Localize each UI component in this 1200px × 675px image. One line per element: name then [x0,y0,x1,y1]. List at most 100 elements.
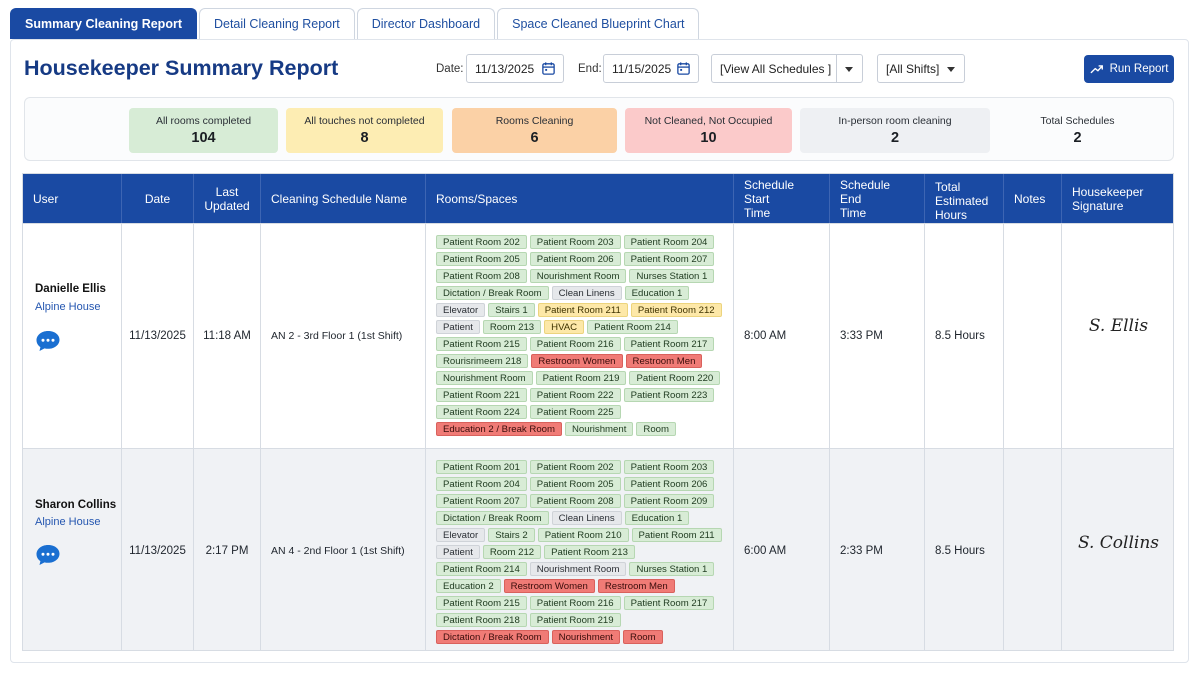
room-tag[interactable]: Patient Room 219 [535,371,627,385]
room-tag[interactable]: Patient Room 214 [436,562,527,576]
room-tag[interactable]: Elevator [436,528,486,542]
stat-all-rooms-completed[interactable]: All rooms completed 104 [129,108,278,153]
chat-bubble-icon[interactable] [35,543,61,567]
room-tag[interactable]: Patient Room 204 [623,235,715,249]
room-tag[interactable]: Patient Room 205 [436,252,527,266]
room-tag[interactable]: Room 212 [482,545,542,559]
room-tag[interactable]: Patient Room 221 [436,388,527,402]
shift-select[interactable]: [All Shifts] [877,54,965,83]
room-tag[interactable]: Nurses Station 1 [629,269,715,283]
room-tag[interactable]: Patient Room 202 [436,235,527,249]
run-report-button[interactable]: Run Report [1084,55,1174,83]
room-tag[interactable]: HVAC [544,320,585,334]
calendar-icon[interactable] [541,61,556,76]
start-date-field[interactable]: 11/13/2025 [466,54,564,83]
room-tag[interactable]: Patient Room 216 [529,596,621,610]
room-tag[interactable]: Patient Room 206 [623,477,715,491]
room-tag[interactable]: Patient Room 223 [623,388,715,402]
signature: S. Ellis [1088,316,1149,336]
chat-bubble-icon[interactable] [35,329,61,353]
room-tag[interactable]: Clean Linens [551,511,622,525]
room-tag[interactable]: Patient Room 211 [537,303,628,317]
tab-space-cleaned-blueprint-chart[interactable]: Space Cleaned Blueprint Chart [497,8,700,39]
shift-select-value: [All Shifts] [886,61,940,76]
room-tag[interactable]: Patient Room 205 [529,477,621,491]
room-tag[interactable]: Patient Room 207 [436,494,527,508]
user-location[interactable]: Alpine House [35,516,100,528]
calendar-icon[interactable] [676,61,691,76]
room-tag[interactable]: Nourishment Room [529,562,627,576]
room-tag[interactable]: Patient Room 208 [436,269,527,283]
room-tag[interactable]: Patient Room 222 [529,388,621,402]
report-tabs: Summary Cleaning Report Detail Cleaning … [10,8,700,46]
table-row[interactable]: Sharon Collins Alpine House 11/13/2025 2… [23,448,1173,650]
tab-summary-cleaning-report[interactable]: Summary Cleaning Report [10,8,197,46]
room-tag[interactable]: Patient Room 214 [587,320,678,334]
run-report-label: Run Report [1109,63,1169,75]
stat-touches-not-completed[interactable]: All touches not completed 8 [286,108,443,153]
room-tag[interactable]: Dictation / Break Room [436,630,549,644]
room-tag[interactable]: Nourishment Room [529,269,627,283]
room-tag[interactable]: Patient Room 204 [436,477,527,491]
room-tag[interactable]: Patient Room 206 [529,252,621,266]
room-tag[interactable]: Patient Room 216 [529,337,621,351]
room-tag[interactable]: Rourisrimeem 218 [436,354,529,368]
room-tag[interactable]: Restroom Men [625,354,703,368]
room-tag[interactable]: Education 2 [436,579,501,593]
room-tag[interactable]: Stairs 2 [488,528,535,542]
tab-detail-cleaning-report[interactable]: Detail Cleaning Report [198,8,355,39]
stat-rooms-cleaning[interactable]: Rooms Cleaning 6 [452,108,617,153]
room-tag[interactable]: Patient Room 217 [623,337,715,351]
stat-value: 10 [700,130,717,146]
room-tag[interactable]: Restroom Women [503,579,595,593]
table-row[interactable]: Danielle Ellis Alpine House 11/13/2025 1… [23,223,1173,448]
room-tag[interactable]: Nourishment [551,630,621,644]
room-tag[interactable]: Patient Room 201 [436,460,527,474]
tab-director-dashboard[interactable]: Director Dashboard [356,8,496,39]
room-tag[interactable]: Patient Room 203 [623,460,715,474]
room-tag[interactable]: Nourishment [565,422,634,436]
room-tag[interactable]: Room [636,422,676,436]
room-tag[interactable]: Patient Room 208 [529,494,621,508]
user-location[interactable]: Alpine House [35,301,100,313]
room-tag[interactable]: Restroom Women [531,354,623,368]
room-tag[interactable]: Patient Room 203 [529,235,621,249]
room-tag[interactable]: Patient Room 225 [529,405,621,419]
room-tag[interactable]: Nourishment Room [436,371,533,385]
room-tag[interactable]: Patient Room 207 [623,252,715,266]
room-tag[interactable]: Patient Room 202 [529,460,621,474]
room-tag[interactable]: Stairs 1 [488,303,535,317]
schedule-select[interactable]: [View All Schedules ] [711,54,863,83]
room-tag[interactable]: Dictation / Break Room [436,511,549,525]
room-tag[interactable]: Patient Room 212 [630,303,722,317]
room-tag[interactable]: Education 1 [624,286,690,300]
room-tag[interactable]: Patient [436,545,480,559]
stat-not-cleaned-not-occupied[interactable]: Not Cleaned, Not Occupied 10 [625,108,792,153]
room-tag[interactable]: Room [623,630,663,644]
room-tag[interactable]: Education 2 / Break Room [436,422,562,436]
room-tag[interactable]: Patient Room 209 [623,494,715,508]
room-tag[interactable]: Patient Room 217 [623,596,715,610]
room-tag[interactable]: Patient Room 210 [537,528,629,542]
room-tag[interactable]: Room 213 [482,320,542,334]
stat-in-person-cleaning[interactable]: In-person room cleaning 2 [800,108,990,153]
room-tag[interactable]: Patient Room 215 [436,596,527,610]
room-tag[interactable]: Restroom Men [597,579,675,593]
room-tag[interactable]: Patient [436,320,480,334]
end-date-field[interactable]: 11/15/2025 [603,54,699,83]
room-tag[interactable]: Patient Room 224 [436,405,527,419]
room-tag[interactable]: Patient Room 220 [629,371,721,385]
chevron-down-icon [947,67,955,72]
room-tag[interactable]: Patient Room 213 [544,545,635,559]
room-tag[interactable]: Elevator [436,303,486,317]
stat-total-schedules[interactable]: Total Schedules 2 [1000,108,1155,153]
room-tag[interactable]: Patient Room 211 [631,528,722,542]
room-tag[interactable]: Patient Room 215 [436,337,527,351]
room-tag[interactable]: Nurses Station 1 [629,562,715,576]
room-tag[interactable]: Patient Room 218 [436,613,527,627]
room-tag[interactable]: Patient Room 219 [529,613,621,627]
room-tag[interactable]: Dictation / Break Room [436,286,549,300]
room-tag[interactable]: Clean Linens [551,286,622,300]
page-title: Housekeeper Summary Report [24,56,339,80]
room-tag[interactable]: Education 1 [624,511,690,525]
